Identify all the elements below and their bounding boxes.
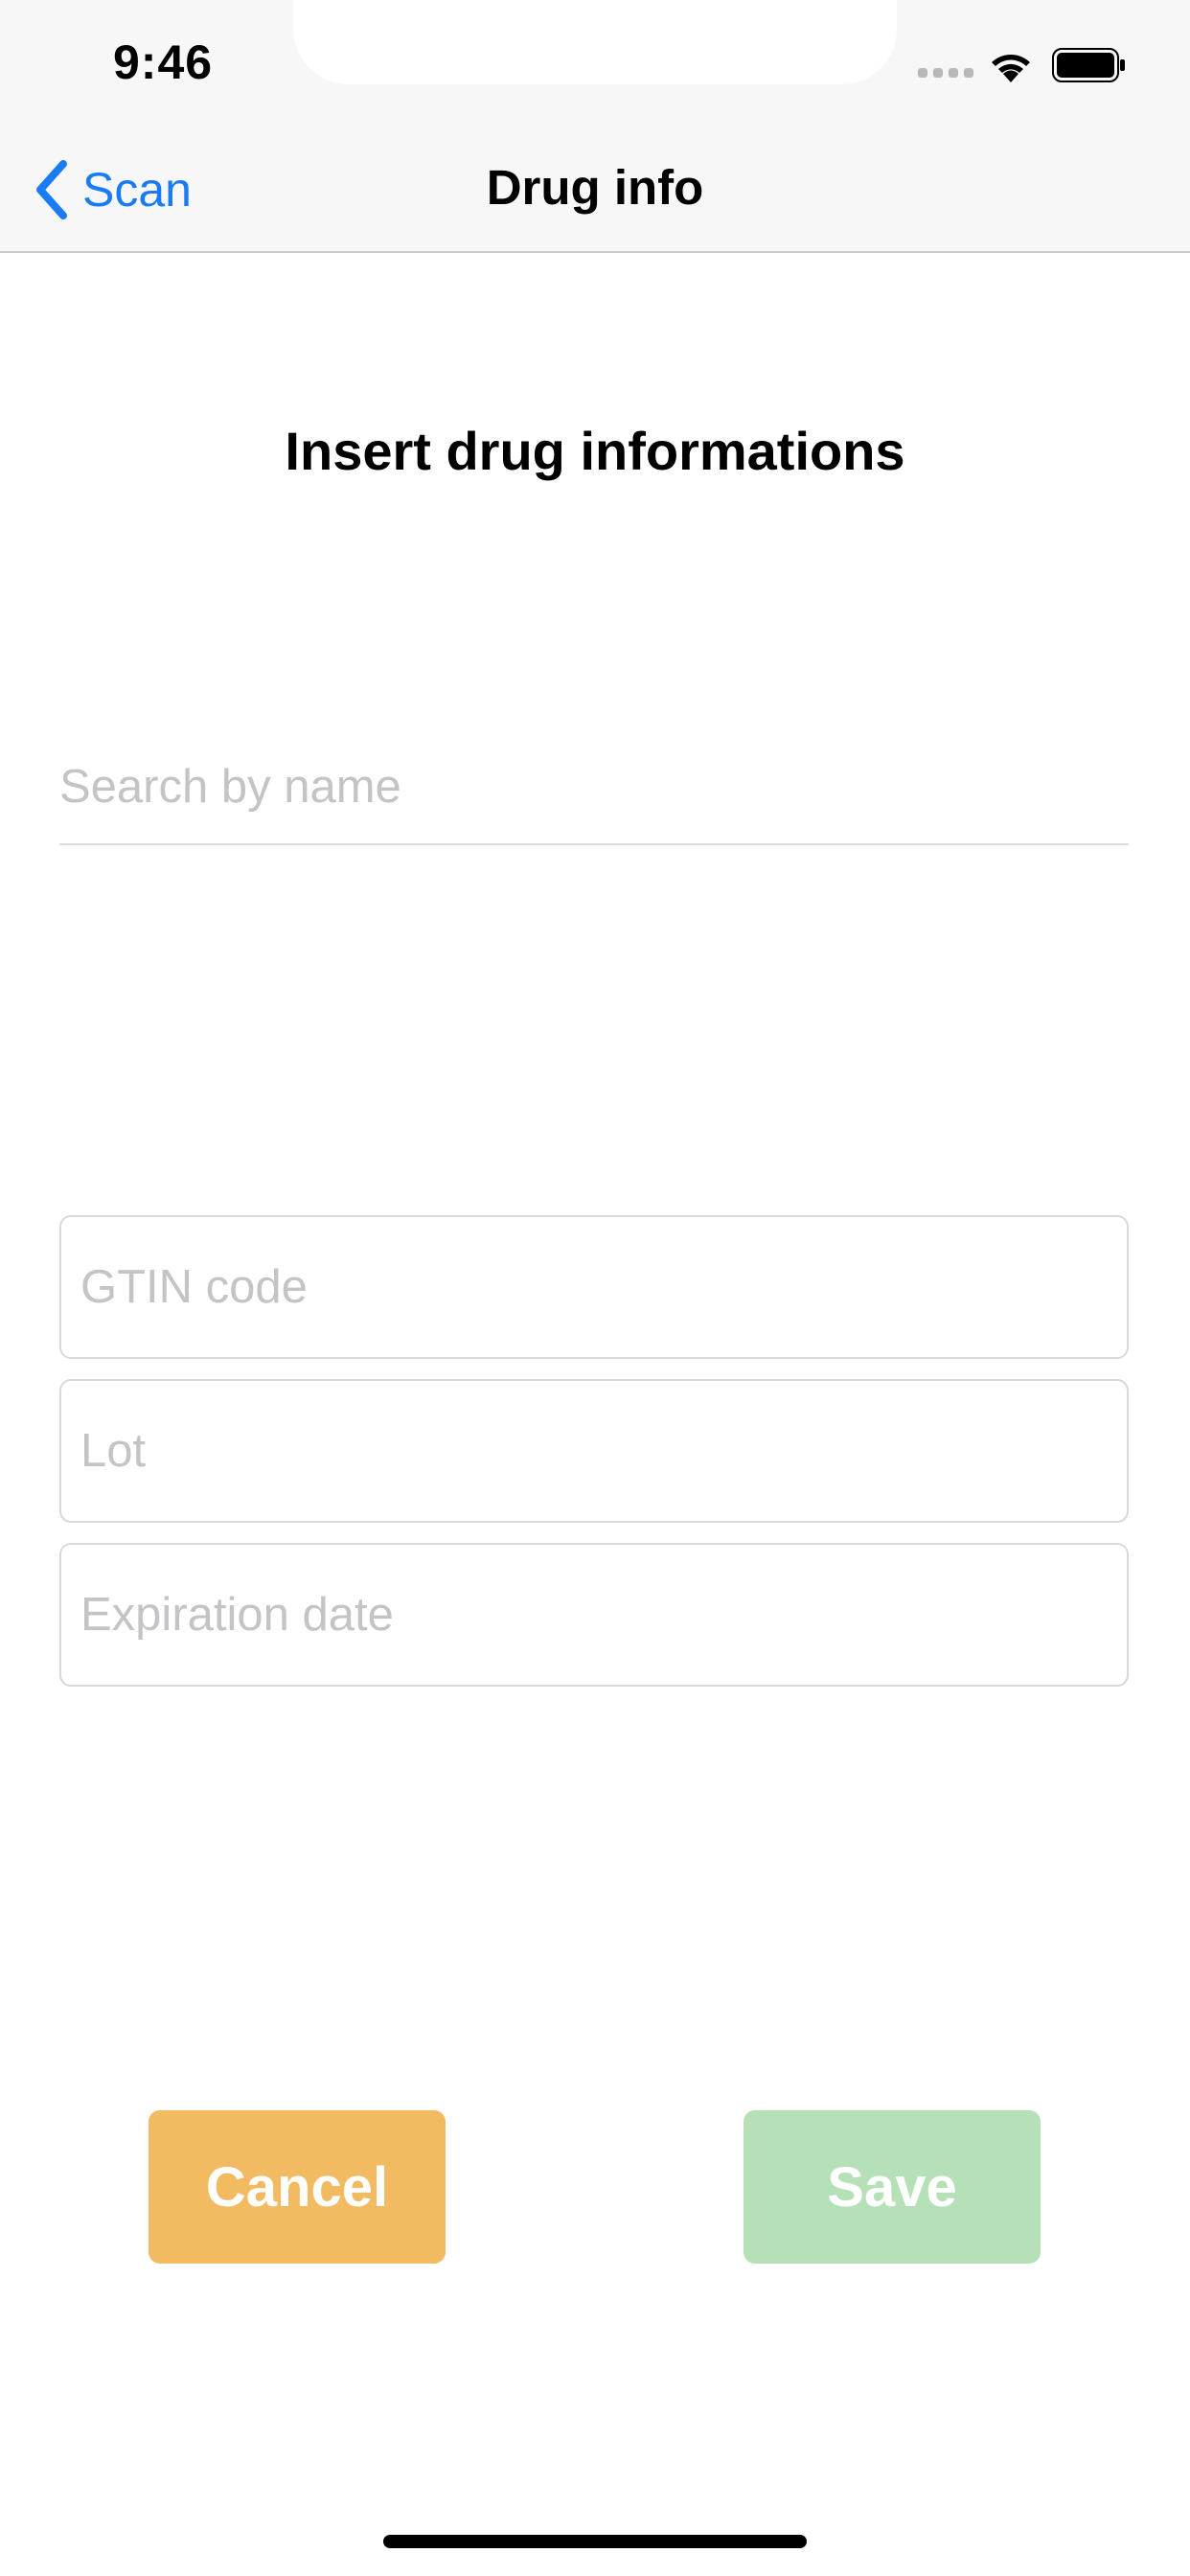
search-by-name-input[interactable] (59, 730, 1129, 845)
status-time: 9:46 (113, 35, 214, 89)
save-button[interactable]: Save (744, 2110, 1041, 2264)
cancel-button[interactable]: Cancel (149, 2110, 446, 2264)
home-indicator[interactable] (383, 2535, 807, 2548)
page-title: Drug info (486, 160, 704, 215)
wifi-icon (987, 46, 1035, 84)
battery-icon (1052, 48, 1127, 82)
gtin-code-field[interactable] (59, 1215, 1129, 1359)
expiration-date-field[interactable] (59, 1543, 1129, 1687)
lot-field[interactable] (59, 1379, 1129, 1523)
cellular-signal-icon (918, 68, 973, 78)
device-notch (293, 0, 897, 84)
form-heading: Insert drug informations (285, 421, 905, 481)
